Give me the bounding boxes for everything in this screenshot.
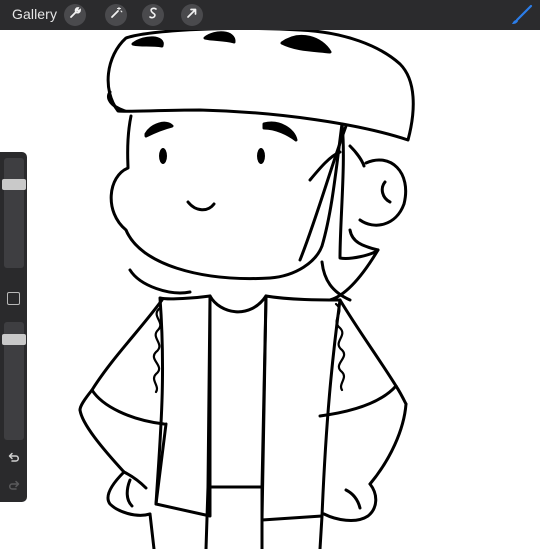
gallery-button[interactable]: Gallery <box>12 6 57 22</box>
eyebrow-left <box>144 121 174 138</box>
undo-icon <box>6 452 22 470</box>
face-outline <box>109 114 344 281</box>
top-toolbar: Gallery <box>0 0 540 30</box>
brush-opacity-slider[interactable] <box>2 322 26 440</box>
transform-button[interactable] <box>181 4 203 26</box>
selection-s-icon <box>146 6 160 25</box>
brush-icon <box>510 4 534 30</box>
eyebrow-right <box>262 121 298 142</box>
magic-wand-icon <box>109 6 123 25</box>
brush-opacity-slider-thumb[interactable] <box>2 334 26 345</box>
arrow-cursor-icon <box>185 6 199 25</box>
eye-left <box>159 148 167 164</box>
brush-tool-button[interactable] <box>510 4 534 26</box>
redo-icon <box>6 480 22 498</box>
jacket-left <box>154 294 212 518</box>
brush-size-slider-thumb[interactable] <box>2 179 26 190</box>
redo-button[interactable] <box>6 478 22 494</box>
wrench-icon <box>68 6 82 25</box>
eye-right <box>257 148 265 164</box>
modifier-button[interactable] <box>7 292 20 305</box>
helmet-vent-right <box>280 34 332 54</box>
mouth <box>186 200 216 212</box>
canvas[interactable] <box>0 30 540 549</box>
neck <box>208 294 268 314</box>
brush-size-slider[interactable] <box>2 158 26 268</box>
adjustments-button[interactable] <box>105 4 127 26</box>
helmet-vent-mid <box>203 31 236 44</box>
undo-button[interactable] <box>6 450 22 466</box>
actions-button[interactable] <box>64 4 86 26</box>
jacket-right <box>260 294 342 522</box>
left-sidebar <box>0 152 27 502</box>
selection-button[interactable] <box>142 4 164 26</box>
helmet-vent-left <box>131 36 164 48</box>
